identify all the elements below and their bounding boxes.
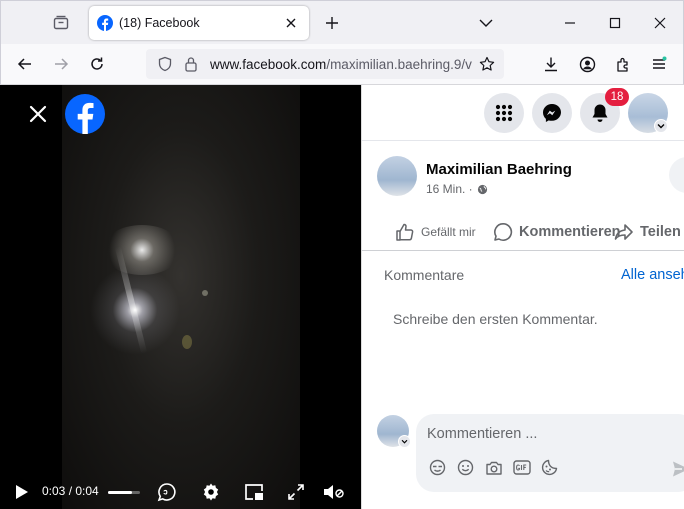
mute-speaker-icon[interactable] bbox=[321, 481, 347, 503]
camera-icon[interactable] bbox=[484, 458, 503, 477]
facebook-header: 18 bbox=[362, 85, 684, 141]
more-options-icon[interactable] bbox=[669, 157, 684, 193]
post-meta: 16 Min. · bbox=[426, 182, 488, 196]
browser-toolbar: www.facebook.com/maximilian.baehring.9/v bbox=[0, 44, 684, 85]
like-button[interactable]: Gefällt mir bbox=[395, 217, 476, 247]
tab-title: (18) Facebook bbox=[119, 16, 200, 30]
app-menu-icon[interactable] bbox=[645, 50, 673, 78]
public-globe-icon bbox=[477, 184, 487, 194]
close-viewer-icon[interactable] bbox=[22, 98, 54, 130]
empty-comments-prompt: Schreibe den ersten Kommentar. bbox=[393, 311, 598, 327]
picture-in-picture-icon[interactable] bbox=[242, 481, 266, 503]
forward-icon[interactable] bbox=[47, 50, 75, 78]
comments-heading: Kommentare bbox=[384, 267, 465, 283]
comment-label: Kommentieren bbox=[519, 224, 621, 240]
tab-facebook[interactable]: (18) Facebook bbox=[89, 6, 309, 40]
back-icon[interactable] bbox=[11, 50, 39, 78]
tracking-shield-icon[interactable] bbox=[152, 51, 178, 77]
address-bar[interactable]: www.facebook.com/maximilian.baehring.9/v bbox=[146, 49, 504, 79]
url-host: www.facebook.com bbox=[210, 56, 327, 72]
facebook-favicon-icon bbox=[97, 15, 113, 31]
video-controls: 0:03 / 0:04 bbox=[0, 475, 361, 509]
light-spot bbox=[182, 335, 192, 349]
menu-grid-icon[interactable] bbox=[484, 93, 524, 133]
thumbs-up-icon bbox=[396, 223, 414, 241]
share-arrow-icon bbox=[614, 224, 633, 240]
close-window-icon[interactable] bbox=[646, 9, 674, 37]
post-time[interactable]: 16 Min. · bbox=[426, 182, 473, 196]
minimize-icon[interactable] bbox=[556, 9, 584, 37]
author-avatar[interactable] bbox=[377, 156, 417, 196]
downloads-icon[interactable] bbox=[537, 50, 565, 78]
post-actions: Gefällt mir Kommentieren Teilen bbox=[362, 213, 684, 251]
tab-list-icon[interactable] bbox=[45, 9, 77, 37]
comment-button[interactable]: Kommentieren bbox=[493, 217, 621, 247]
account-chevron-down-icon[interactable] bbox=[654, 119, 668, 133]
maximize-icon[interactable] bbox=[601, 9, 629, 37]
messenger-icon[interactable] bbox=[532, 93, 572, 133]
view-all-comments-link[interactable]: Alle ansehen bbox=[621, 267, 684, 283]
settings-gear-icon[interactable] bbox=[199, 481, 223, 503]
avatar-sticker-icon[interactable] bbox=[428, 458, 447, 477]
account-icon[interactable] bbox=[573, 50, 601, 78]
url-text[interactable]: www.facebook.com/maximilian.baehring.9/v bbox=[210, 57, 472, 72]
extensions-icon[interactable] bbox=[609, 50, 637, 78]
notification-badge: 18 bbox=[605, 88, 629, 106]
url-path: /maximilian.baehring.9/v bbox=[326, 56, 472, 72]
bookmark-star-icon[interactable] bbox=[474, 51, 500, 77]
video-viewer[interactable]: 0:03 / 0:04 bbox=[0, 85, 361, 509]
sticker-icon[interactable] bbox=[540, 458, 559, 477]
gif-icon[interactable] bbox=[512, 458, 531, 477]
comment-input[interactable]: Kommentieren ... bbox=[427, 426, 537, 442]
fullscreen-icon[interactable] bbox=[284, 481, 308, 503]
reload-icon[interactable] bbox=[83, 50, 111, 78]
like-label: Gefällt mir bbox=[421, 225, 476, 239]
composer-tools bbox=[428, 458, 559, 477]
light-spot bbox=[202, 290, 208, 296]
composer-chevron-down-icon[interactable] bbox=[398, 435, 411, 448]
post-side-panel: 18 Maximilian Baehring 16 Min. · Gefällt… bbox=[361, 85, 684, 509]
video-time: 0:03 / 0:04 bbox=[42, 484, 99, 498]
video-progress-bar[interactable] bbox=[108, 491, 140, 494]
new-tab-icon[interactable] bbox=[319, 10, 345, 36]
captions-icon[interactable] bbox=[155, 481, 179, 503]
play-icon[interactable] bbox=[12, 482, 32, 502]
comment-bubble-icon bbox=[494, 222, 513, 241]
lock-icon[interactable] bbox=[178, 51, 204, 77]
list-all-tabs-chevron-icon[interactable] bbox=[472, 9, 500, 37]
close-tab-icon[interactable] bbox=[281, 13, 301, 33]
send-icon[interactable] bbox=[671, 459, 684, 479]
share-button[interactable]: Teilen bbox=[614, 217, 681, 247]
share-label: Teilen bbox=[640, 224, 681, 240]
video-frame[interactable] bbox=[62, 85, 300, 509]
emoji-icon[interactable] bbox=[456, 458, 475, 477]
video-progress-fill bbox=[108, 491, 132, 494]
browser-tab-strip: (18) Facebook bbox=[0, 0, 684, 44]
comment-composer[interactable]: Kommentieren ... bbox=[416, 414, 684, 492]
facebook-logo-icon[interactable] bbox=[65, 94, 105, 134]
author-name[interactable]: Maximilian Baehring bbox=[426, 161, 572, 178]
